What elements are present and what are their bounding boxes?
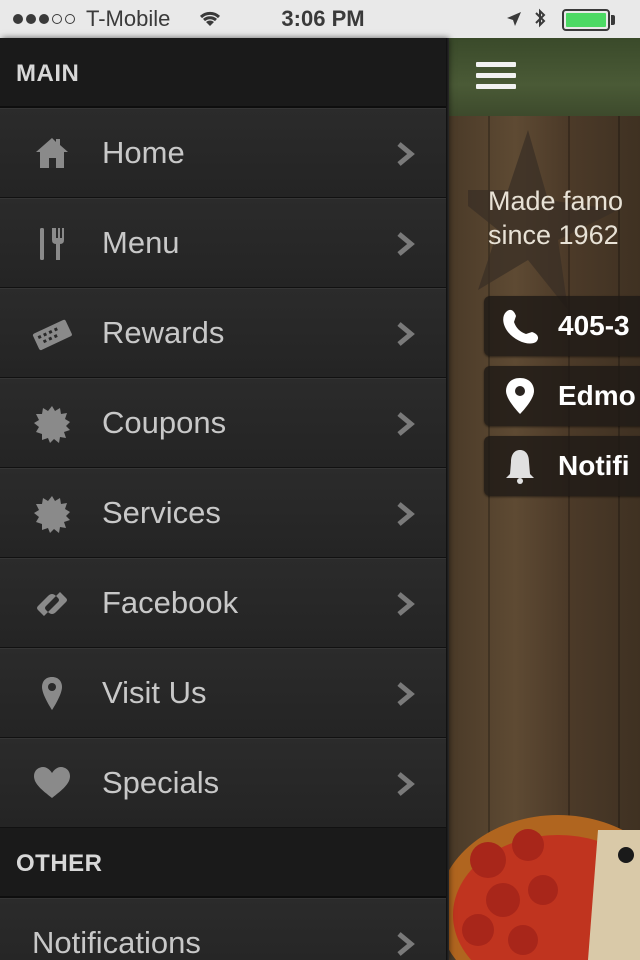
status-bar: T-Mobile 3:06 PM <box>0 0 640 38</box>
notifications-button[interactable]: Notifi <box>484 436 640 496</box>
location-label: Edmo <box>558 380 636 411</box>
drawer-item-label: Specials <box>102 765 220 800</box>
tagline: Made famo since 1962 <box>488 186 624 250</box>
chevron-right-icon <box>397 772 415 796</box>
chevron-right-icon <box>397 232 415 256</box>
main-content: Made famo since 1962 405-3 Edmo Notifi <box>448 0 640 960</box>
phone-label: 405-3 <box>558 310 630 341</box>
phone-button[interactable]: 405-3 <box>484 296 640 356</box>
home-icon <box>36 138 68 168</box>
chevron-right-icon <box>397 592 415 616</box>
fork-knife-icon <box>40 228 64 260</box>
drawer-item-label: Rewards <box>102 315 225 350</box>
drawer-item-label: Menu <box>102 225 180 260</box>
phone-icon <box>503 309 539 344</box>
bluetooth-icon <box>535 8 546 28</box>
chevron-right-icon <box>397 322 415 346</box>
heart-icon <box>34 767 70 798</box>
content-header <box>448 38 640 116</box>
drawer-item-menu[interactable]: Menu <box>0 198 447 288</box>
section-header-other: OTHER <box>0 828 447 898</box>
drawer-item-services[interactable]: Services <box>0 468 447 558</box>
drawer-item-label: Visit Us <box>102 675 207 710</box>
drawer-item-notifications[interactable]: Notifications <box>0 898 447 960</box>
drawer-item-visit-us[interactable]: Visit Us <box>0 648 447 738</box>
chevron-right-icon <box>397 412 415 436</box>
drawer-edge-shadow <box>446 38 449 960</box>
battery-level <box>566 13 606 27</box>
notifications-label: Notifi <box>558 450 630 481</box>
battery-tip <box>611 15 615 25</box>
drawer-item-label: Notifications <box>32 925 201 960</box>
chevron-right-icon <box>397 502 415 526</box>
location-arrow-icon <box>507 12 521 26</box>
card-icon <box>32 319 72 351</box>
drawer-item-specials[interactable]: Specials <box>0 738 447 828</box>
drawer-item-label: Facebook <box>102 585 239 620</box>
drawer-item-home[interactable]: Home <box>0 108 447 198</box>
seal-icon <box>34 406 70 443</box>
section-header-main: MAIN <box>0 38 447 108</box>
link-icon <box>37 592 67 616</box>
seal-icon <box>34 496 70 533</box>
battery-icon <box>562 9 610 31</box>
drawer-item-label: Coupons <box>102 405 227 440</box>
hamburger-menu-button[interactable] <box>476 60 516 94</box>
chevron-right-icon <box>397 682 415 706</box>
drawer-item-facebook[interactable]: Facebook <box>0 558 447 648</box>
drawer-item-rewards[interactable]: Rewards <box>0 288 447 378</box>
drawer-item-coupons[interactable]: Coupons <box>0 378 447 468</box>
pizza-image <box>448 815 640 960</box>
drawer-item-label: Home <box>102 135 185 170</box>
location-pin-icon <box>42 677 62 710</box>
drawer-item-label: Services <box>102 495 221 530</box>
location-pin-icon <box>506 378 534 414</box>
chevron-right-icon <box>397 142 415 166</box>
location-button[interactable]: Edmo <box>484 366 640 426</box>
chevron-right-icon <box>397 932 415 956</box>
navigation-drawer: MAIN Home Menu Rewards Coupons Services … <box>0 38 447 960</box>
bell-icon <box>506 450 534 484</box>
